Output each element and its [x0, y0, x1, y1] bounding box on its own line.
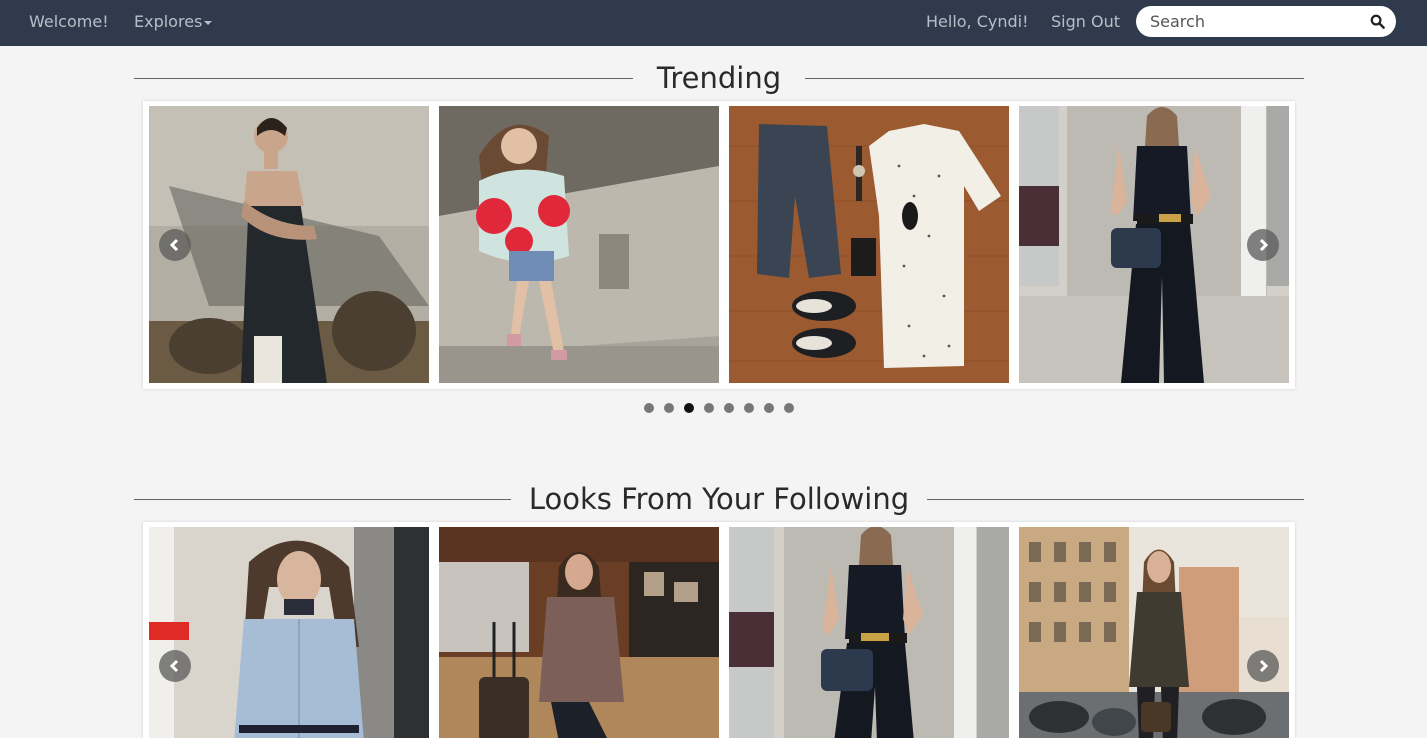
- following-carousel: [143, 522, 1295, 738]
- carousel-prev-button[interactable]: [159, 650, 191, 682]
- user-greeting[interactable]: Hello, Cyndi!: [926, 0, 1029, 46]
- pagination-dot[interactable]: [744, 403, 754, 413]
- chevron-left-icon: [169, 238, 179, 252]
- photo-woman-street-scooters-icon: [1019, 527, 1289, 738]
- top-navbar: Welcome! Explores Hello, Cyndi! Sign Out: [0, 0, 1427, 46]
- following-header: Looks From Your Following: [134, 479, 1304, 519]
- welcome-link[interactable]: Welcome!: [29, 0, 109, 46]
- carousel-prev-button[interactable]: [159, 229, 191, 261]
- search-icon[interactable]: [1370, 14, 1385, 29]
- carousel-next-button[interactable]: [1247, 650, 1279, 682]
- trending-slide[interactable]: [729, 106, 1009, 383]
- following-slide[interactable]: [149, 527, 429, 738]
- trending-header: Trending: [134, 58, 1304, 98]
- search-box: [1136, 6, 1396, 37]
- search-input[interactable]: [1150, 10, 1360, 33]
- pagination-dot[interactable]: [704, 403, 714, 413]
- trending-slide[interactable]: [439, 106, 719, 383]
- pagination-dot[interactable]: [644, 403, 654, 413]
- carousel-next-button[interactable]: [1247, 229, 1279, 261]
- pagination-dot[interactable]: [724, 403, 734, 413]
- chevron-right-icon: [1259, 659, 1269, 673]
- explores-label: Explores: [134, 12, 203, 31]
- pagination-dot-active[interactable]: [684, 403, 694, 413]
- trending-slide[interactable]: [149, 106, 429, 383]
- pagination-dot[interactable]: [664, 403, 674, 413]
- photo-woman-blue-shirt-icon: [149, 527, 429, 738]
- following-slide[interactable]: [439, 527, 719, 738]
- divider-right: [805, 78, 1304, 79]
- pagination-dot[interactable]: [764, 403, 774, 413]
- following-slide[interactable]: [1019, 527, 1289, 738]
- photo-woman-black-outfit-icon: [729, 527, 1009, 738]
- photo-woman-fluffy-sweater-icon: [439, 106, 719, 383]
- caret-down-icon: [204, 20, 213, 25]
- sign-out-link[interactable]: Sign Out: [1051, 0, 1120, 46]
- photo-flat-lay-outfit-icon: [729, 106, 1009, 383]
- chevron-left-icon: [169, 659, 179, 673]
- chevron-right-icon: [1259, 238, 1269, 252]
- photo-woman-black-dress-icon: [149, 106, 429, 383]
- pagination-dot[interactable]: [784, 403, 794, 413]
- following-slide[interactable]: [729, 527, 1009, 738]
- explores-dropdown[interactable]: Explores: [134, 0, 213, 46]
- divider-right: [927, 499, 1304, 500]
- photo-woman-in-cafe-icon: [439, 527, 719, 738]
- trending-carousel: [143, 101, 1295, 389]
